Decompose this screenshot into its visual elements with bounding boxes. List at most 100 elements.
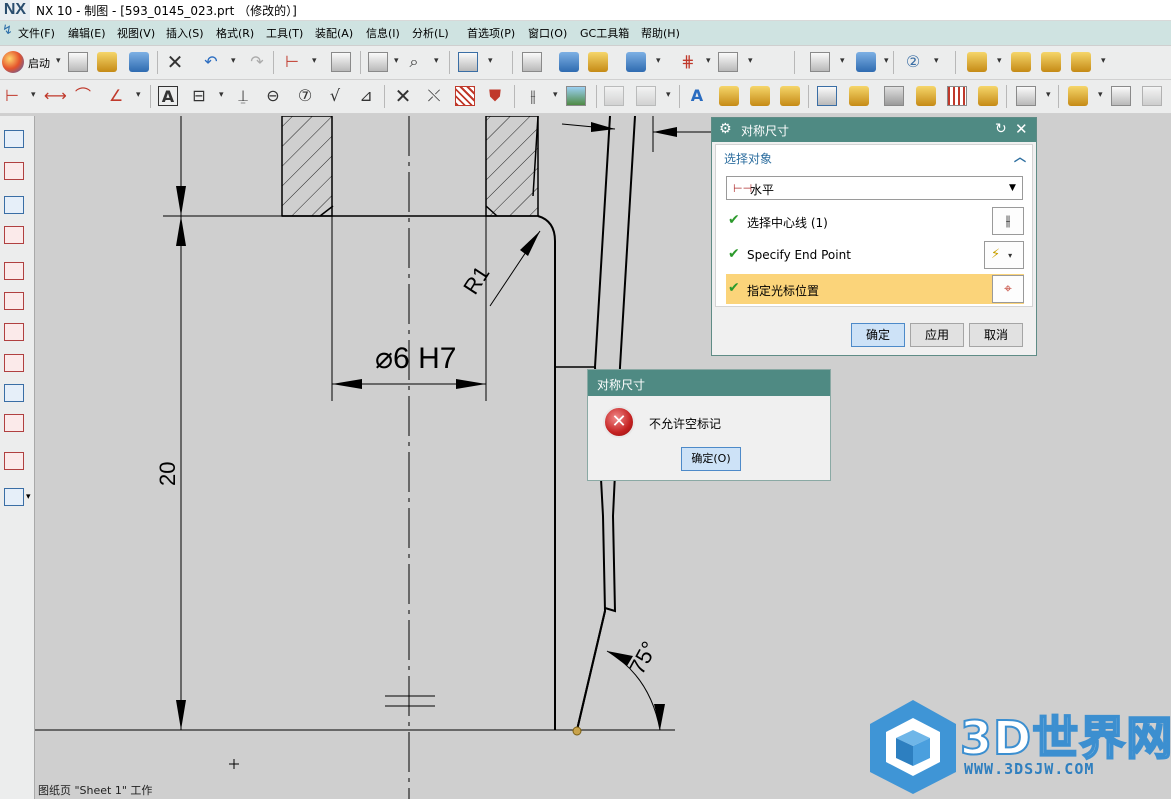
dim-hole-text[interactable]: ⌀6 H7 [375, 342, 456, 375]
tools-flyout-dropdown-icon[interactable]: ▾ [26, 492, 31, 502]
parts-list-dropdown-icon[interactable]: ▾ [884, 56, 889, 66]
projected-view-icon[interactable] [4, 196, 24, 214]
weld-icon[interactable] [967, 52, 987, 72]
delete-icon[interactable]: ✕ [165, 52, 185, 72]
centerline-dropdown-icon[interactable]: ▾ [706, 56, 711, 66]
section-title[interactable]: 选择对象 [724, 150, 772, 167]
surface-finish-icon[interactable]: √ [325, 86, 345, 106]
ok-button[interactable]: 确定 [851, 323, 905, 347]
table-icon[interactable] [810, 52, 830, 72]
zoom-dropdown-icon[interactable]: ▾ [434, 56, 439, 66]
view-tool-icon[interactable] [559, 52, 579, 72]
shaded-view-icon[interactable] [916, 86, 936, 106]
text-style-icon[interactable]: A [687, 86, 707, 106]
menu-edit[interactable]: 编辑(E) [68, 25, 106, 41]
hammer-icon[interactable] [1011, 52, 1031, 72]
view-options-icon[interactable] [1016, 86, 1036, 106]
break-out-icon[interactable] [4, 354, 24, 372]
dimension-icon[interactable]: ⊢ [282, 52, 302, 72]
fit-view-icon[interactable] [458, 52, 478, 72]
disabled-tool-dropdown-icon[interactable]: ▾ [666, 90, 671, 100]
half-section-icon[interactable] [4, 323, 24, 341]
dim-radius-text[interactable]: R1 [458, 262, 494, 299]
datum-target-icon[interactable]: ⊖ [263, 86, 283, 106]
note-icon[interactable]: A [158, 86, 178, 106]
symmetric-dropdown-icon[interactable]: ▾ [553, 90, 558, 100]
zoom-icon[interactable]: ⌕ [404, 52, 424, 72]
select-centerline-row[interactable]: ✔ 选择中心线 (1) ⫲ [726, 206, 1024, 236]
parts-list-icon[interactable] [856, 52, 876, 72]
solid-view-icon[interactable] [884, 86, 904, 106]
select-centerline-button[interactable]: ⫲ [992, 207, 1024, 235]
joint-icon[interactable] [1041, 52, 1061, 72]
cursor-position-button[interactable]: ⌖ [992, 275, 1024, 303]
view-style-icon[interactable] [4, 384, 24, 402]
measure-icon[interactable] [718, 52, 738, 72]
linear-dimension-icon[interactable]: ⟷ [44, 86, 67, 106]
menu-gc-toolbox[interactable]: GC工具箱 [580, 25, 629, 41]
method-select[interactable]: ⊢⊣ 水平 ▼ [726, 176, 1023, 200]
section-view-tool-icon[interactable] [4, 262, 24, 280]
angular-dropdown-icon[interactable]: ▾ [136, 90, 141, 100]
angular-dimension-icon[interactable]: ∠ [106, 86, 126, 106]
rapid-dimension-icon[interactable]: ⊢ [2, 86, 22, 106]
origin-icon[interactable] [780, 86, 800, 106]
hatch-icon[interactable] [455, 86, 475, 106]
measure-dropdown-icon[interactable]: ▾ [748, 56, 753, 66]
update-views-icon[interactable] [588, 52, 608, 72]
edit-annotation-icon[interactable] [719, 86, 739, 106]
open-folder-icon[interactable] [97, 52, 117, 72]
quick-menu-icon[interactable]: ↯ [2, 23, 13, 38]
menu-window[interactable]: 窗口(O) [528, 25, 567, 41]
dim-height-text[interactable]: 20 [155, 462, 180, 486]
info-dropdown-icon[interactable]: ▾ [394, 56, 399, 66]
specify-end-point-row[interactable]: ✔ Specify End Point ⚡ ▾ [726, 240, 1024, 270]
disabled-tool-2-icon[interactable] [636, 86, 656, 106]
section-line-icon[interactable] [947, 86, 967, 106]
collapse-icon[interactable]: ︿ [1014, 148, 1026, 165]
undo-dropdown-icon[interactable]: ▾ [231, 56, 236, 66]
material-icon[interactable] [1111, 86, 1131, 106]
drawing-sheet-icon[interactable] [522, 52, 542, 72]
bolt-circle-icon[interactable]: ⤬ [424, 86, 444, 106]
render-dropdown-icon[interactable]: ▾ [1098, 90, 1103, 100]
weld-symbol-icon[interactable] [1071, 52, 1091, 72]
center-mark-icon[interactable]: ✕ [393, 86, 413, 106]
cancel-button[interactable]: 取消 [969, 323, 1023, 347]
break-view-icon[interactable] [978, 86, 998, 106]
info-icon[interactable] [368, 52, 388, 72]
weld-dropdown-icon[interactable]: ▾ [997, 56, 1002, 66]
section-view-icon[interactable] [626, 52, 646, 72]
menu-analysis[interactable]: 分析(L) [412, 25, 449, 41]
weld-annotation-icon[interactable]: ⊿ [356, 86, 376, 106]
revolved-section-icon[interactable] [4, 292, 24, 310]
balloon-icon[interactable]: ② [903, 52, 923, 72]
rapid-dimension-dropdown-icon[interactable]: ▾ [31, 90, 36, 100]
render-icon[interactable] [1068, 86, 1088, 106]
new-file-icon[interactable] [68, 52, 88, 72]
detail-view-icon[interactable] [4, 226, 24, 244]
symmetric-dimension-icon[interactable]: ⫲ [523, 86, 543, 106]
weld-symbol-dropdown-icon[interactable]: ▾ [1101, 56, 1106, 66]
dim-angle-text[interactable]: 75° [624, 637, 662, 678]
edit-settings-icon[interactable] [750, 86, 770, 106]
export-icon[interactable] [1142, 86, 1162, 106]
view-options-dropdown-icon[interactable]: ▾ [1046, 90, 1051, 100]
move-view-icon[interactable] [849, 86, 869, 106]
point-snap-button[interactable]: ⚡ ▾ [984, 241, 1024, 269]
base-view-icon[interactable] [4, 162, 24, 180]
table-dropdown-icon[interactable]: ▾ [840, 56, 845, 66]
undo-icon[interactable]: ↶ [201, 52, 221, 72]
balloon-note-icon[interactable]: ⑦ [295, 86, 315, 106]
menu-assembly[interactable]: 装配(A) [315, 25, 353, 41]
tools-flyout-icon[interactable] [4, 488, 24, 506]
menu-help[interactable]: 帮助(H) [641, 25, 680, 41]
menu-tools[interactable]: 工具(T) [266, 25, 303, 41]
broken-view-icon[interactable] [4, 414, 24, 432]
menu-format[interactable]: 格式(R) [216, 25, 254, 41]
layer-icon[interactable] [331, 52, 351, 72]
datum-icon[interactable]: ⍊ [233, 86, 253, 106]
section-dropdown-icon[interactable]: ▾ [656, 56, 661, 66]
image-icon[interactable] [566, 86, 586, 106]
gear-icon[interactable]: ⚙ [719, 121, 732, 137]
